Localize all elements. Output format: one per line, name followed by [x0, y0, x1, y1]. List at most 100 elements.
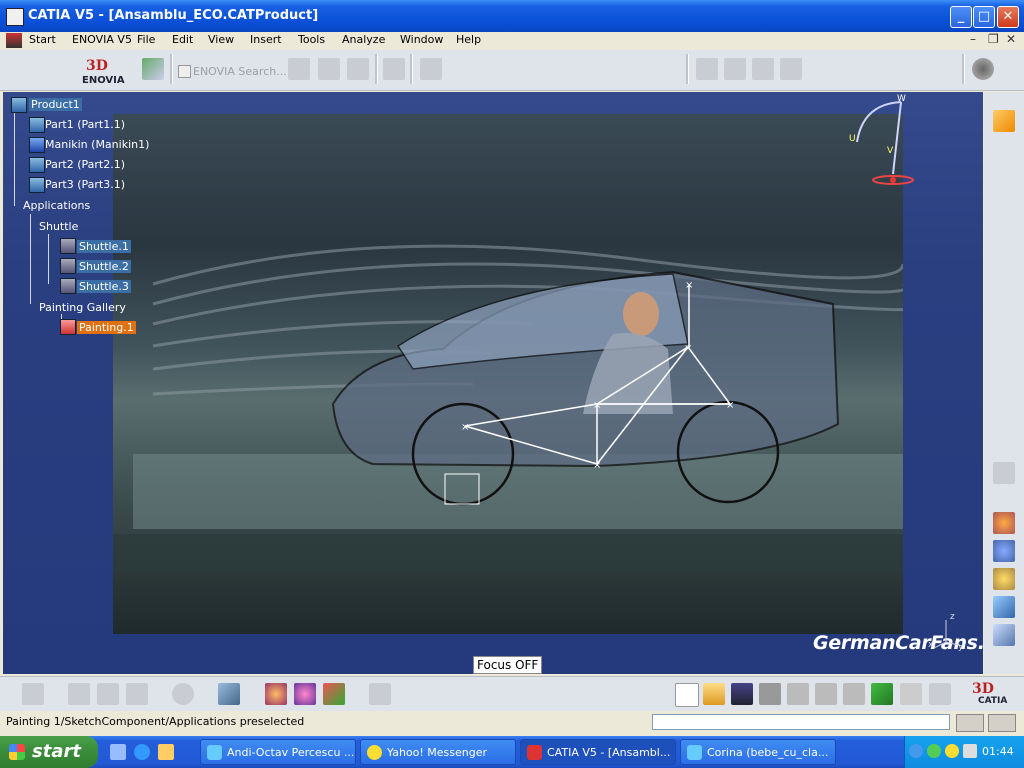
menu-start[interactable]: Start	[29, 33, 56, 46]
product-icon[interactable]	[11, 97, 27, 113]
render-icon[interactable]	[265, 683, 287, 705]
tool-c-icon[interactable]	[780, 58, 802, 80]
robot-tool-icon[interactable]	[22, 683, 44, 705]
tray-yahoo-icon[interactable]	[945, 744, 959, 758]
menu-file[interactable]: File	[137, 33, 155, 46]
copy-icon[interactable]	[815, 683, 837, 705]
task-catia[interactable]: CATIA V5 - [Ansambl...	[520, 739, 676, 765]
tool-b-icon[interactable]	[752, 58, 774, 80]
update-icon[interactable]	[172, 683, 194, 705]
book-icon[interactable]	[218, 683, 240, 705]
inertia-icon[interactable]	[126, 683, 148, 705]
manikin-icon[interactable]	[29, 137, 45, 153]
menu-analyze[interactable]: Analyze	[342, 33, 385, 46]
select-arrow-icon[interactable]	[993, 110, 1015, 132]
compass[interactable]: W U V	[843, 94, 923, 189]
material-icon[interactable]	[294, 683, 316, 705]
command-stop-button[interactable]	[988, 714, 1016, 732]
maximize-button[interactable]: □	[973, 6, 995, 28]
tree-node-painting-1[interactable]: Painting.1	[77, 321, 136, 334]
scene-icon[interactable]	[323, 683, 345, 705]
grid-tool-icon[interactable]	[420, 58, 442, 80]
tree-node-manikin[interactable]: Manikin (Manikin1)	[45, 138, 149, 151]
enovia-search-checkbox[interactable]	[178, 65, 191, 78]
minimize-button[interactable]: _	[950, 6, 972, 28]
tree-node-shuttle[interactable]: Shuttle	[39, 220, 78, 233]
open-folder-icon[interactable]	[703, 683, 725, 705]
cut-icon[interactable]	[787, 683, 809, 705]
tree-node-painting-gallery[interactable]: Painting Gallery	[39, 301, 126, 314]
doc-close-button[interactable]: ✕	[1006, 32, 1016, 46]
shuttle-icon[interactable]	[60, 278, 76, 294]
task-andi-octav[interactable]: Andi-Octav Percescu ...	[200, 739, 356, 765]
redo-icon[interactable]	[900, 683, 922, 705]
close-button[interactable]: ✕	[997, 6, 1019, 28]
gear-icon[interactable]	[972, 58, 994, 80]
command-button[interactable]	[956, 714, 984, 732]
catia-app-icon[interactable]	[6, 8, 24, 26]
doc-restore-button[interactable]: ❐	[988, 32, 999, 46]
shuttle-icon[interactable]	[60, 238, 76, 254]
tree-node-shuttle-3[interactable]: Shuttle.3	[77, 280, 131, 293]
gear-blue-icon[interactable]	[993, 540, 1015, 562]
title-bar[interactable]: CATIA V5 - [Ansamblu_ECO.CATProduct] _ □…	[0, 0, 1024, 32]
save-icon[interactable]	[731, 683, 753, 705]
print-icon[interactable]	[759, 683, 781, 705]
new-file-icon[interactable]	[675, 683, 699, 707]
menu-view[interactable]: View	[208, 33, 234, 46]
manipulator-icon[interactable]	[993, 462, 1015, 484]
tree-node-part3[interactable]: Part3 (Part3.1)	[45, 178, 125, 191]
command-input[interactable]	[652, 714, 950, 730]
help-icon[interactable]	[929, 683, 951, 705]
part-icon[interactable]	[29, 157, 45, 173]
gear-red-icon[interactable]	[993, 512, 1015, 534]
export-icon[interactable]	[993, 596, 1015, 618]
gear-yellow-icon[interactable]	[993, 568, 1015, 590]
compass-tool-icon[interactable]	[369, 683, 391, 705]
menu-tools[interactable]: Tools	[298, 33, 325, 46]
ie-icon[interactable]	[134, 744, 150, 760]
tree-node-product1[interactable]: Product1	[29, 98, 82, 111]
tool-a-icon[interactable]	[696, 58, 718, 80]
tree-node-part2[interactable]: Part2 (Part2.1)	[45, 158, 125, 171]
measure-icon[interactable]	[68, 683, 90, 705]
tree-node-applications[interactable]: Applications	[23, 199, 90, 212]
painting-icon[interactable]	[60, 319, 76, 335]
3d-viewport[interactable]: × × × × × × GermanCarFans.com Product1 Part1…	[3, 92, 1024, 674]
simulate-icon[interactable]	[993, 624, 1015, 646]
wind-tunnel-painting[interactable]: × × × × × × GermanCarFans.com	[113, 114, 1024, 654]
compass-u-label: U	[849, 134, 856, 144]
paste-icon[interactable]	[843, 683, 865, 705]
save-enovia-icon[interactable]	[318, 58, 340, 80]
task-yahoo-messenger[interactable]: Yahoo! Messenger	[360, 739, 516, 765]
menu-help[interactable]: Help	[456, 33, 481, 46]
tray-expand-icon[interactable]	[909, 744, 923, 758]
enovia-search-label[interactable]: ENOVIA Search...	[193, 65, 287, 78]
tree-expand-icon[interactable]	[288, 58, 310, 80]
menu-insert[interactable]: Insert	[250, 33, 282, 46]
start-button[interactable]: start	[0, 736, 98, 768]
quicklaunch-icon[interactable]	[158, 744, 174, 760]
doc-minimize-button[interactable]: –	[970, 32, 976, 46]
menu-edit[interactable]: Edit	[172, 33, 193, 46]
arrow-tool-icon[interactable]	[383, 58, 405, 80]
part-icon[interactable]	[29, 177, 45, 193]
tree-node-shuttle-2[interactable]: Shuttle.2	[77, 260, 131, 273]
clash-icon[interactable]	[97, 683, 119, 705]
enovia-connect-icon[interactable]	[142, 58, 164, 80]
menu-enovia[interactable]: ENOVIA V5	[72, 33, 132, 46]
svg-text:×: ×	[461, 422, 469, 433]
undo-icon[interactable]	[871, 683, 893, 705]
shuttle-icon[interactable]	[60, 258, 76, 274]
forward-icon[interactable]	[724, 58, 746, 80]
tree-node-part1[interactable]: Part1 (Part1.1)	[45, 118, 125, 131]
desktop-icon[interactable]	[110, 744, 126, 760]
document-icon[interactable]	[6, 33, 22, 48]
properties-icon[interactable]	[347, 58, 369, 80]
tray-messenger-icon[interactable]	[927, 744, 941, 758]
part-icon[interactable]	[29, 117, 45, 133]
menu-window[interactable]: Window	[400, 33, 443, 46]
tree-node-shuttle-1[interactable]: Shuttle.1	[77, 240, 131, 253]
tray-volume-icon[interactable]	[963, 744, 977, 758]
task-corina[interactable]: Corina (bebe_cu_cla...	[680, 739, 836, 765]
